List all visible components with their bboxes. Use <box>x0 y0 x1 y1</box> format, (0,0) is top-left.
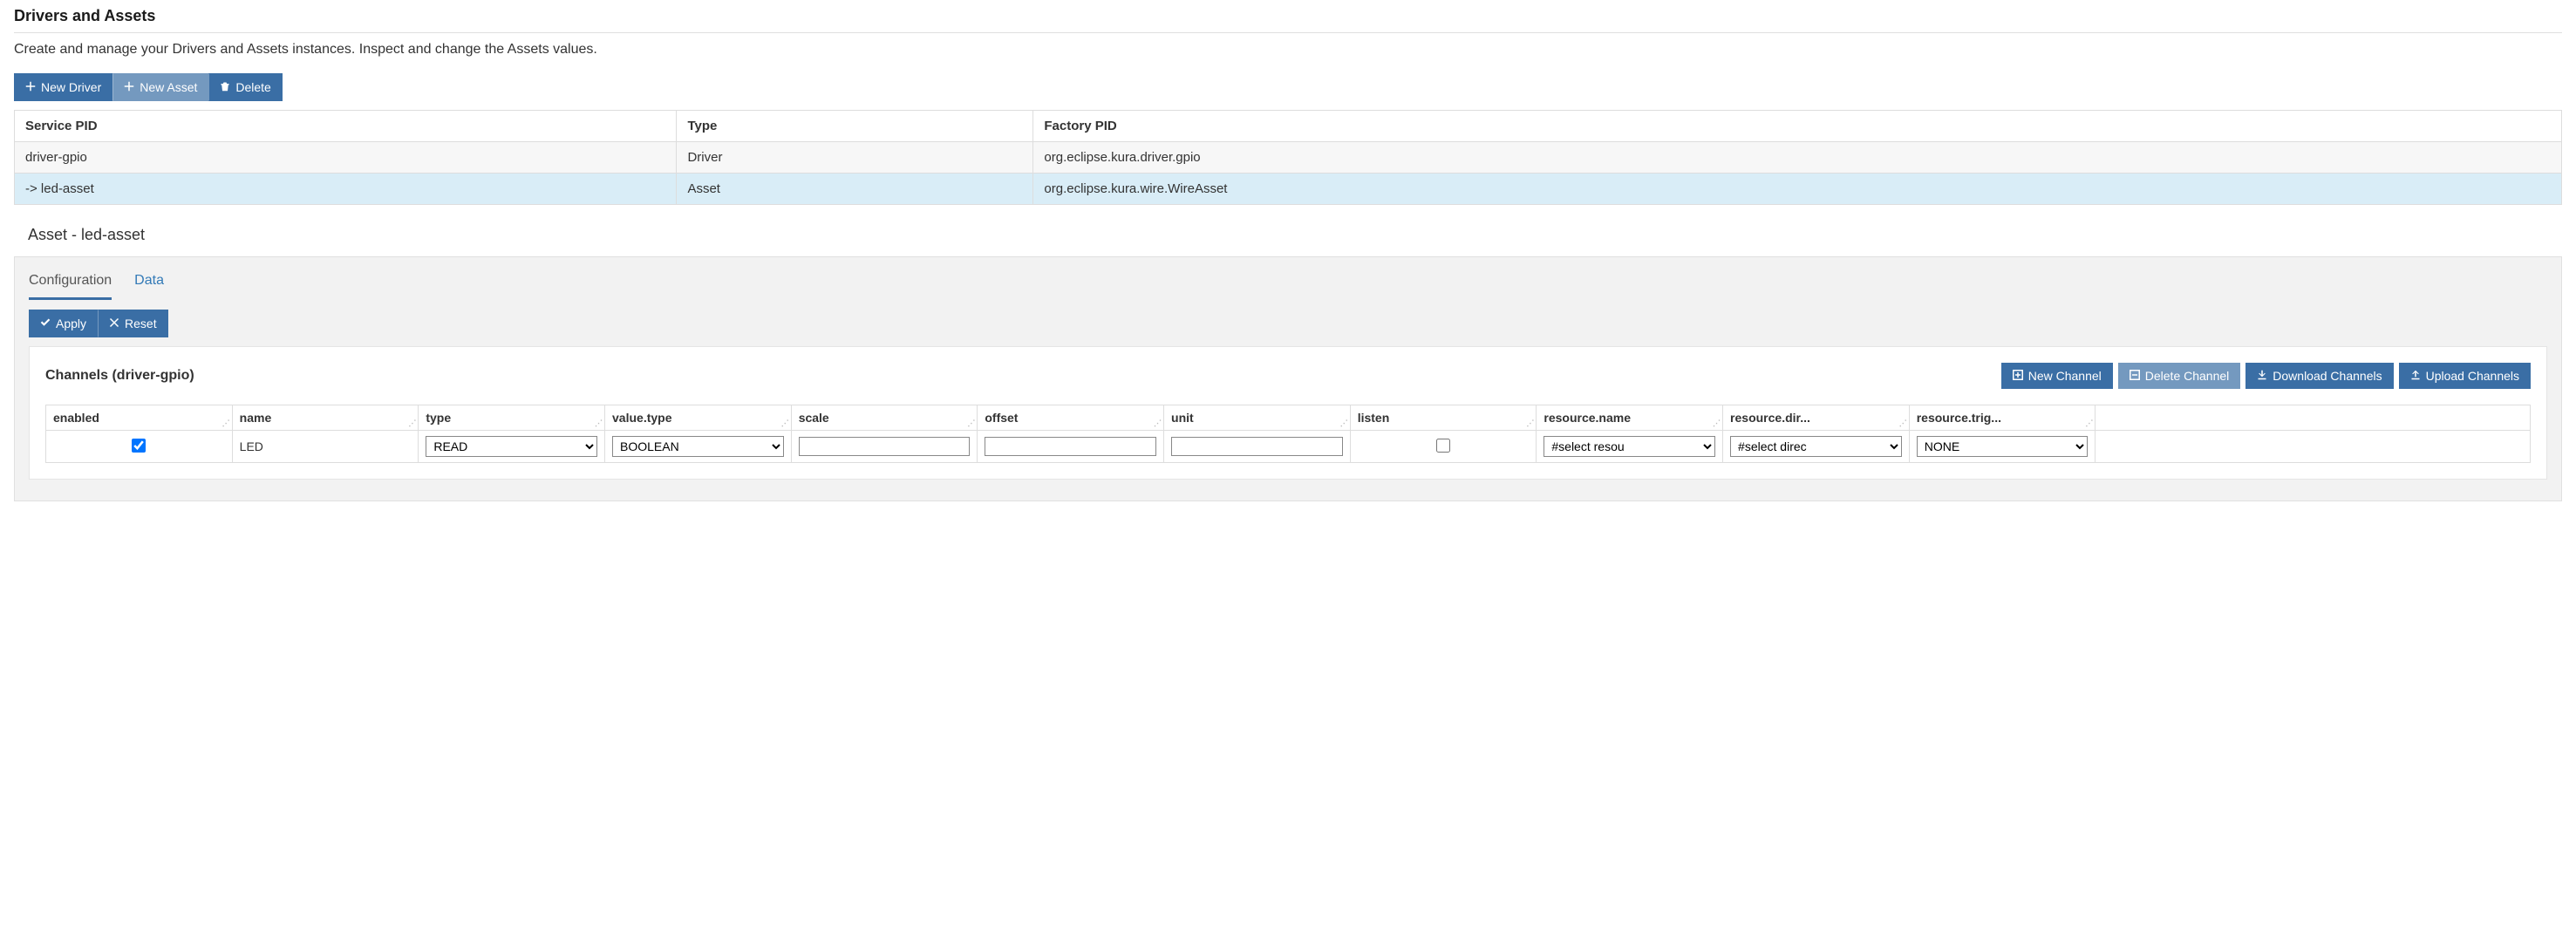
enabled-checkbox[interactable] <box>132 439 146 453</box>
cell-factory-pid: org.eclipse.kura.driver.gpio <box>1033 142 2562 174</box>
new-channel-label: New Channel <box>2028 369 2102 383</box>
new-asset-label: New Asset <box>140 80 197 94</box>
tabs: Configuration Data <box>29 269 2547 301</box>
cell-type: Asset <box>677 174 1033 205</box>
delete-button[interactable]: Delete <box>208 73 282 101</box>
type-select[interactable]: READ <box>426 436 597 457</box>
reset-button[interactable]: Reset <box>98 310 168 337</box>
table-row[interactable]: driver-gpio Driver org.eclipse.kura.driv… <box>15 142 2562 174</box>
channel-toolbar: New Channel Delete Channel Download Chan… <box>2001 363 2531 389</box>
col-offset[interactable]: offset⋰ <box>978 405 1164 431</box>
col-type: Type <box>677 111 1033 142</box>
value-type-select[interactable]: BOOLEAN <box>612 436 784 457</box>
col-resource-dir[interactable]: resource.dir...⋰ <box>1723 405 1910 431</box>
new-channel-button[interactable]: New Channel <box>2001 363 2113 389</box>
scale-input[interactable] <box>799 437 971 456</box>
plus-icon <box>25 80 36 94</box>
delete-channel-button[interactable]: Delete Channel <box>2118 363 2241 389</box>
name-cell: LED <box>232 431 419 463</box>
resource-dir-select[interactable]: #select direc <box>1730 436 1902 457</box>
cell-type: Driver <box>677 142 1033 174</box>
col-service-pid: Service PID <box>15 111 677 142</box>
listen-checkbox[interactable] <box>1436 439 1450 453</box>
delete-channel-label: Delete Channel <box>2145 369 2230 383</box>
col-scale[interactable]: scale⋰ <box>791 405 978 431</box>
col-resource-name[interactable]: resource.name⋰ <box>1537 405 1723 431</box>
channel-row: LED READ BOOLEAN #select resou #select d… <box>46 431 2531 463</box>
drivers-table: Service PID Type Factory PID driver-gpio… <box>14 110 2562 205</box>
download-icon <box>2257 369 2267 383</box>
channels-box: Channels (driver-gpio) New Channel Delet… <box>29 346 2547 480</box>
plus-square-icon <box>2013 369 2023 383</box>
apply-button[interactable]: Apply <box>29 310 98 337</box>
apply-label: Apply <box>56 317 86 330</box>
config-button-group: Apply Reset <box>29 310 168 337</box>
col-spacer <box>2096 405 2531 431</box>
offset-input[interactable] <box>985 437 1156 456</box>
new-asset-button[interactable]: New Asset <box>112 73 208 101</box>
download-channels-label: Download Channels <box>2273 369 2382 383</box>
plus-icon <box>124 80 134 94</box>
col-enabled[interactable]: enabled⋰ <box>46 405 233 431</box>
cell-service-pid: -> led-asset <box>15 174 677 205</box>
close-icon <box>109 317 119 330</box>
minus-square-icon <box>2130 369 2140 383</box>
asset-panel: Configuration Data Apply Reset Channels … <box>14 256 2562 501</box>
col-factory-pid: Factory PID <box>1033 111 2562 142</box>
channels-title: Channels (driver-gpio) <box>45 368 194 384</box>
upload-icon <box>2410 369 2421 383</box>
divider <box>14 32 2562 33</box>
col-unit[interactable]: unit⋰ <box>1164 405 1351 431</box>
cell-service-pid: driver-gpio <box>15 142 677 174</box>
upload-channels-label: Upload Channels <box>2426 369 2519 383</box>
resource-name-select[interactable]: #select resou <box>1544 436 1715 457</box>
col-listen[interactable]: listen⋰ <box>1350 405 1537 431</box>
resource-trig-select[interactable]: NONE <box>1917 436 2089 457</box>
col-resource-trig[interactable]: resource.trig...⋰ <box>1909 405 2096 431</box>
channels-table: enabled⋰ name⋰ type⋰ value.type⋰ scale⋰ … <box>45 405 2531 463</box>
col-type[interactable]: type⋰ <box>419 405 605 431</box>
trash-icon <box>220 80 230 94</box>
upload-channels-button[interactable]: Upload Channels <box>2399 363 2531 389</box>
download-channels-button[interactable]: Download Channels <box>2245 363 2393 389</box>
new-driver-label: New Driver <box>41 80 101 94</box>
col-name[interactable]: name⋰ <box>232 405 419 431</box>
tab-configuration[interactable]: Configuration <box>29 269 112 300</box>
asset-panel-title: Asset - led-asset <box>28 226 2562 244</box>
driver-toolbar: New Driver New Asset Delete <box>14 73 283 101</box>
check-icon <box>40 317 51 330</box>
page-subtitle: Create and manage your Drivers and Asset… <box>14 42 2562 58</box>
table-row[interactable]: -> led-asset Asset org.eclipse.kura.wire… <box>15 174 2562 205</box>
reset-label: Reset <box>125 317 157 330</box>
cell-factory-pid: org.eclipse.kura.wire.WireAsset <box>1033 174 2562 205</box>
col-value-type[interactable]: value.type⋰ <box>605 405 792 431</box>
delete-label: Delete <box>235 80 270 94</box>
new-driver-button[interactable]: New Driver <box>14 73 112 101</box>
tab-data[interactable]: Data <box>134 269 164 300</box>
unit-input[interactable] <box>1171 437 1343 456</box>
page-title: Drivers and Assets <box>14 7 2562 25</box>
